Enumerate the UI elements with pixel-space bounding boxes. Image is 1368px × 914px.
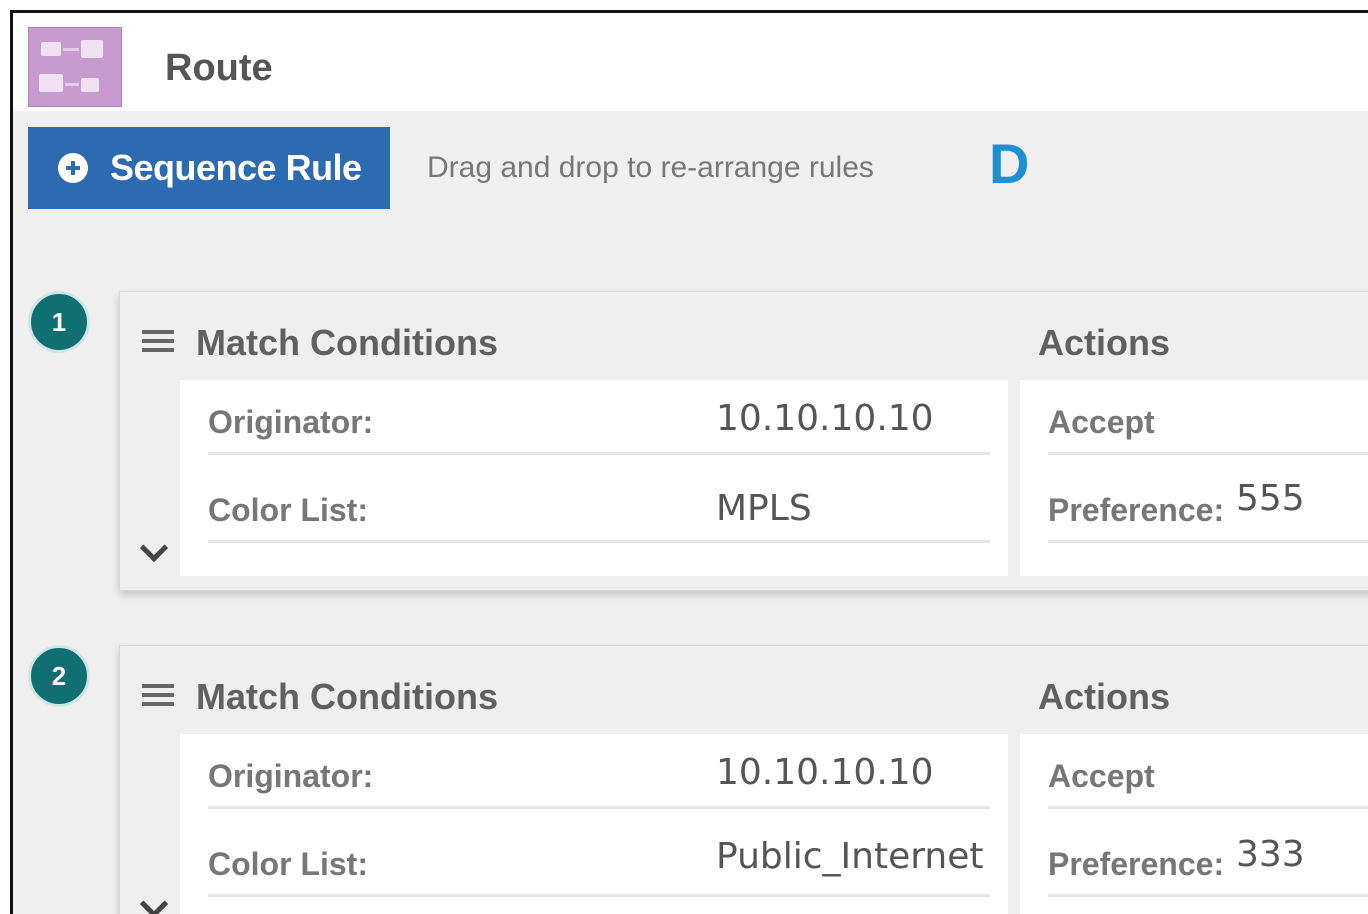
sequence-rule-card[interactable]: Match Conditions Actions Originator: 10.… xyxy=(119,645,1368,914)
policy-frame: Route Sequence Rule Drag and drop to re-… xyxy=(10,10,1368,914)
sequence-rule-label: Sequence Rule xyxy=(110,147,362,188)
action-accept: Accept xyxy=(1048,758,1155,794)
page-header: Route xyxy=(13,13,1368,111)
originator-value: 10.10.10.10 xyxy=(716,752,934,793)
page-title: Route xyxy=(165,47,273,89)
originator-value: 10.10.10.10 xyxy=(716,398,934,439)
chevron-down-icon[interactable] xyxy=(140,894,166,914)
originator-label: Originator: xyxy=(208,758,374,794)
plus-circle-icon xyxy=(58,153,88,183)
actions-panel: Accept Preference: 555 xyxy=(1020,380,1368,576)
preference-label: Preference: xyxy=(1048,846,1225,882)
preference-value: 333 xyxy=(1236,834,1305,875)
preference-value: 555 xyxy=(1236,478,1305,519)
action-accept: Accept xyxy=(1048,404,1155,440)
match-conditions-title: Match Conditions xyxy=(196,322,498,363)
actions-title: Actions xyxy=(1038,322,1171,363)
color-list-value: MPLS xyxy=(716,488,812,529)
color-list-value: Public_Internet xyxy=(716,836,984,877)
drag-handle-icon[interactable] xyxy=(142,328,174,354)
match-conditions-panel: Originator: 10.10.10.10 Color List: Publ… xyxy=(180,734,1008,914)
rule-number-badge: 2 xyxy=(28,645,90,707)
route-policy-icon xyxy=(28,27,122,107)
sequence-rule-card[interactable]: Match Conditions Actions Originator: 10.… xyxy=(119,291,1368,591)
originator-label: Originator: xyxy=(208,404,374,440)
chevron-down-icon[interactable] xyxy=(140,538,166,564)
option-marker: D xyxy=(989,132,1030,195)
color-list-label: Color List: xyxy=(208,846,368,882)
drag-hint-text: Drag and drop to re-arrange rules xyxy=(427,151,874,184)
preference-label: Preference: xyxy=(1048,492,1225,528)
match-conditions-panel: Originator: 10.10.10.10 Color List: MPLS xyxy=(180,380,1008,576)
actions-panel: Accept Preference: 333 xyxy=(1020,734,1368,914)
drag-handle-icon[interactable] xyxy=(142,682,174,708)
add-sequence-rule-button[interactable]: Sequence Rule xyxy=(28,127,390,209)
rule-number-badge: 1 xyxy=(28,291,90,353)
color-list-label: Color List: xyxy=(208,492,368,528)
actions-title: Actions xyxy=(1038,676,1171,717)
match-conditions-title: Match Conditions xyxy=(196,676,498,717)
